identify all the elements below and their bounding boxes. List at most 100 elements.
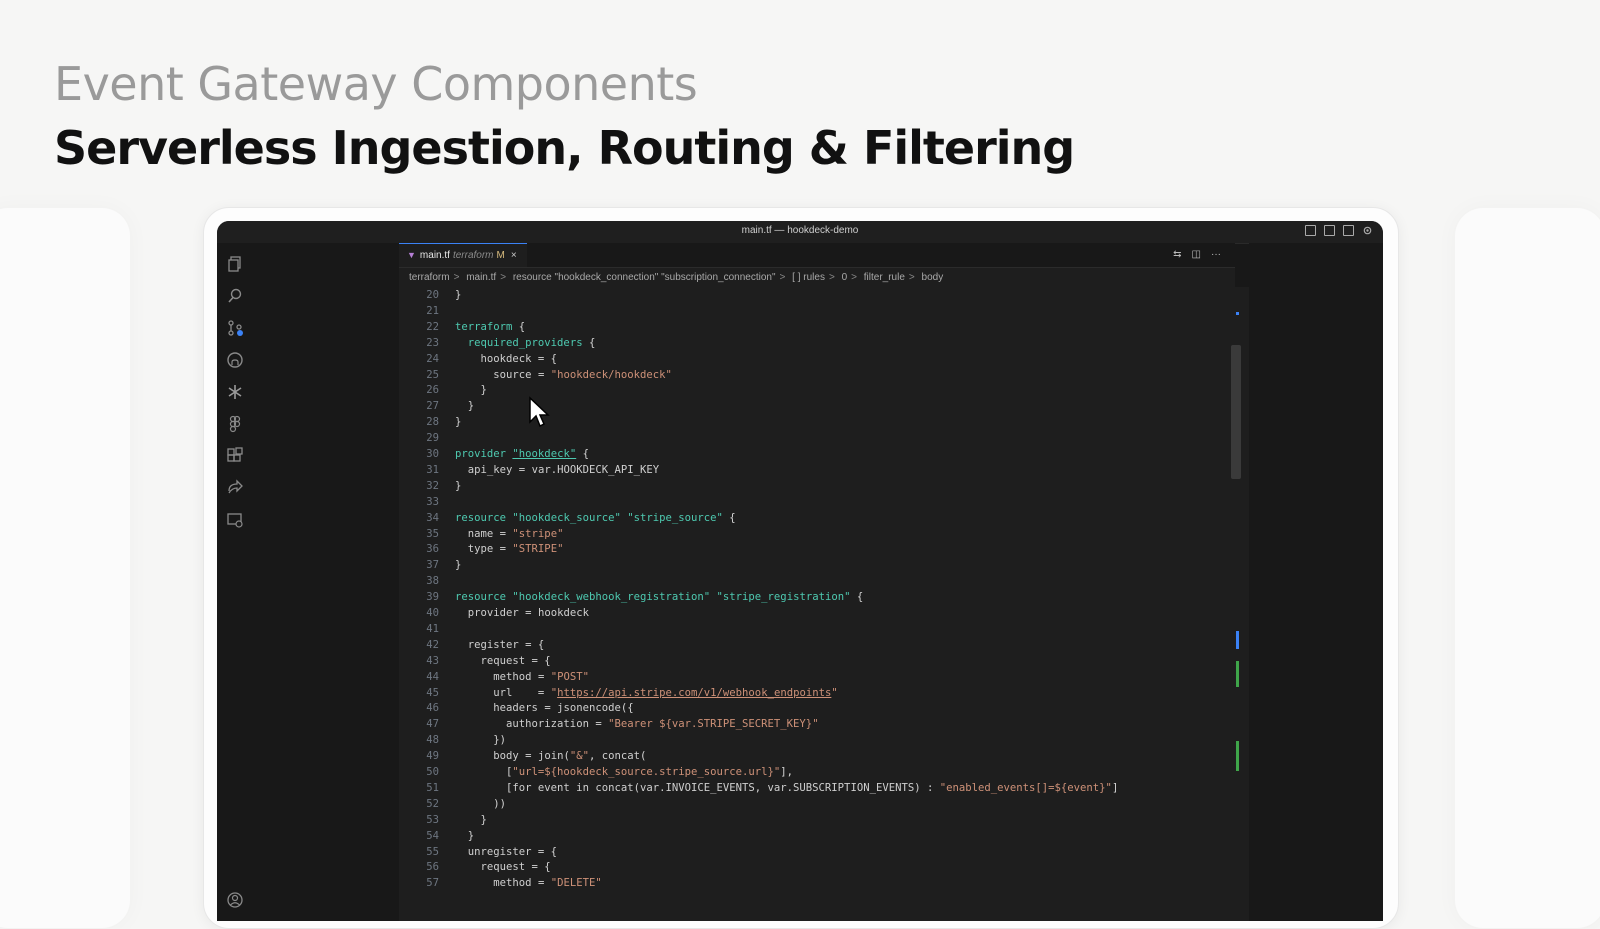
code-line[interactable]: 53 }: [399, 812, 487, 828]
code-line[interactable]: 50 ["url=${hookdeck_source.stripe_source…: [399, 764, 793, 780]
code-line[interactable]: 43 request = {: [399, 653, 550, 669]
code-line[interactable]: 23 required_providers {: [399, 335, 595, 351]
code-line[interactable]: 52 )): [399, 796, 506, 812]
split-editor-icon[interactable]: ◫: [1192, 249, 1201, 260]
tab-main-tf[interactable]: ▼ main.tf terraform M ×: [399, 243, 527, 267]
extensions-icon[interactable]: [226, 447, 244, 465]
line-number: 44: [426, 670, 439, 683]
line-number: 22: [426, 320, 439, 333]
code-editor[interactable]: 20} 21 22 terraform {23 required_providers …: [399, 287, 1235, 921]
settings-gear-icon[interactable]: [1362, 225, 1373, 236]
code-token: {: [722, 511, 736, 524]
breadcrumb-item[interactable]: body: [922, 272, 944, 283]
code-line[interactable]: 47 authorization = "Bearer ${var.STRIPE_…: [399, 716, 818, 732]
line-number: 30: [426, 448, 439, 460]
breadcrumb-item[interactable]: resource "hookdeck_connection" "subscrip…: [513, 272, 776, 283]
code-token: }: [455, 559, 462, 572]
code-line[interactable]: 41: [399, 621, 455, 637]
code-line[interactable]: 34 resource "hookdeck_source" "stripe_sou…: [399, 510, 736, 526]
code-token: provider: [455, 448, 507, 460]
code-line[interactable]: 32}: [399, 478, 461, 494]
code-line[interactable]: 56 request = {: [399, 859, 550, 875]
code-line[interactable]: 25 source = "hookdeck/hookdeck": [399, 367, 672, 383]
extension-asterisk-icon[interactable]: [226, 383, 244, 401]
code-line[interactable]: 40 provider = hookdeck: [399, 605, 589, 621]
code-line[interactable]: 55 unregister = {: [399, 844, 557, 860]
code-token: type: [467, 543, 494, 556]
compare-changes-icon[interactable]: ⇆: [1173, 249, 1181, 260]
toggle-panel-icon[interactable]: [1324, 225, 1335, 236]
scrollbar-thumb[interactable]: [1231, 345, 1241, 479]
code-line[interactable]: 38: [399, 573, 455, 589]
code-line[interactable]: 48 }): [399, 732, 506, 748]
code-line[interactable]: 35 name = "stripe": [399, 526, 563, 542]
code-token: }: [455, 400, 475, 413]
breadcrumb-item[interactable]: 0: [842, 272, 848, 283]
code-line[interactable]: 21: [399, 303, 455, 319]
code-line[interactable]: 49 body = join("&", concat(: [399, 748, 646, 764]
code-line[interactable]: 57 method = "DELETE": [399, 875, 602, 891]
line-number: 28: [426, 416, 439, 429]
code-token: =: [518, 607, 538, 619]
code-line[interactable]: 36 type = "STRIPE": [399, 541, 563, 557]
toggle-secondary-sidebar-icon[interactable]: [1343, 225, 1354, 236]
code-line[interactable]: 42 register = {: [399, 637, 544, 653]
code-line[interactable]: 29: [399, 430, 455, 446]
code-line[interactable]: 20}: [399, 287, 461, 303]
code-token: "enabled_events[]=${event}": [939, 781, 1112, 794]
code-token: [: [455, 766, 513, 778]
code-line[interactable]: 39 resource "hookdeck_webhook_registratio…: [399, 589, 863, 605]
search-icon[interactable]: [226, 287, 244, 305]
breadcrumb-item[interactable]: main.tf: [466, 272, 496, 283]
code-token: unregister: [467, 845, 532, 858]
breadcrumb-item[interactable]: filter_rule: [864, 272, 905, 283]
more-actions-icon[interactable]: ···: [1211, 249, 1221, 260]
line-number: 47: [426, 718, 439, 731]
line-number: 36: [426, 543, 439, 556]
figma-icon[interactable]: [226, 415, 244, 433]
terraform-icon: ▼: [407, 250, 416, 260]
code-token: join: [537, 750, 564, 763]
line-number: 51: [426, 781, 439, 794]
breadcrumb-item[interactable]: terraform: [409, 272, 450, 283]
code-line[interactable]: 45 url = "https://api.stripe.com/v1/webh…: [399, 685, 838, 701]
code-line[interactable]: 22 terraform {: [399, 319, 525, 335]
overview-ruler-mark: [1236, 312, 1239, 315]
github-icon[interactable]: [226, 351, 244, 369]
account-icon[interactable]: [226, 891, 244, 909]
code-token: =: [588, 718, 609, 731]
code-token: ": [831, 686, 838, 699]
editor-pane: ▼ main.tf terraform M × ⇆ ◫ ··· terraform > m…: [399, 243, 1235, 921]
code-line[interactable]: 33: [399, 494, 455, 510]
remote-share-icon[interactable]: [226, 479, 244, 497]
code-line[interactable]: 27 }: [399, 398, 474, 414]
code-line[interactable]: 37}: [399, 557, 461, 573]
toggle-sidebar-icon[interactable]: [1305, 225, 1316, 236]
overview-ruler-mark: [1236, 631, 1239, 649]
code-line[interactable]: 46 headers = jsonencode({: [399, 700, 633, 716]
code-line[interactable]: 28}: [399, 414, 461, 430]
code-line[interactable]: 54 }: [399, 828, 474, 844]
code-token: jsonencode: [557, 702, 621, 715]
explorer-files-icon[interactable]: [226, 255, 244, 273]
remote-explorer-icon[interactable]: [226, 511, 244, 529]
code-token: request: [480, 861, 526, 874]
code-line[interactable]: 44 method = "POST": [399, 669, 589, 685]
close-icon[interactable]: ×: [511, 250, 517, 261]
source-control-icon[interactable]: [226, 319, 244, 337]
code-line[interactable]: 51 [for event in concat(var.INVOICE_EVEN…: [399, 780, 1118, 796]
code-line[interactable]: 31 api_key = var.HOOKDECK_API_KEY: [399, 462, 659, 478]
code-line[interactable]: 26 }: [399, 382, 487, 398]
code-line[interactable]: 24 hookdeck = {: [399, 351, 557, 367]
code-token: [: [455, 781, 513, 794]
breadcrumb-item[interactable]: [ ] rules: [792, 272, 825, 283]
code-token: {: [582, 336, 596, 349]
code-token: "hookdeck": [512, 448, 577, 460]
code-token: url: [493, 686, 513, 699]
code-line[interactable]: 30 provider "hookdeck" {: [399, 446, 589, 462]
code-token: "hookdeck/hookdeck": [550, 368, 672, 381]
